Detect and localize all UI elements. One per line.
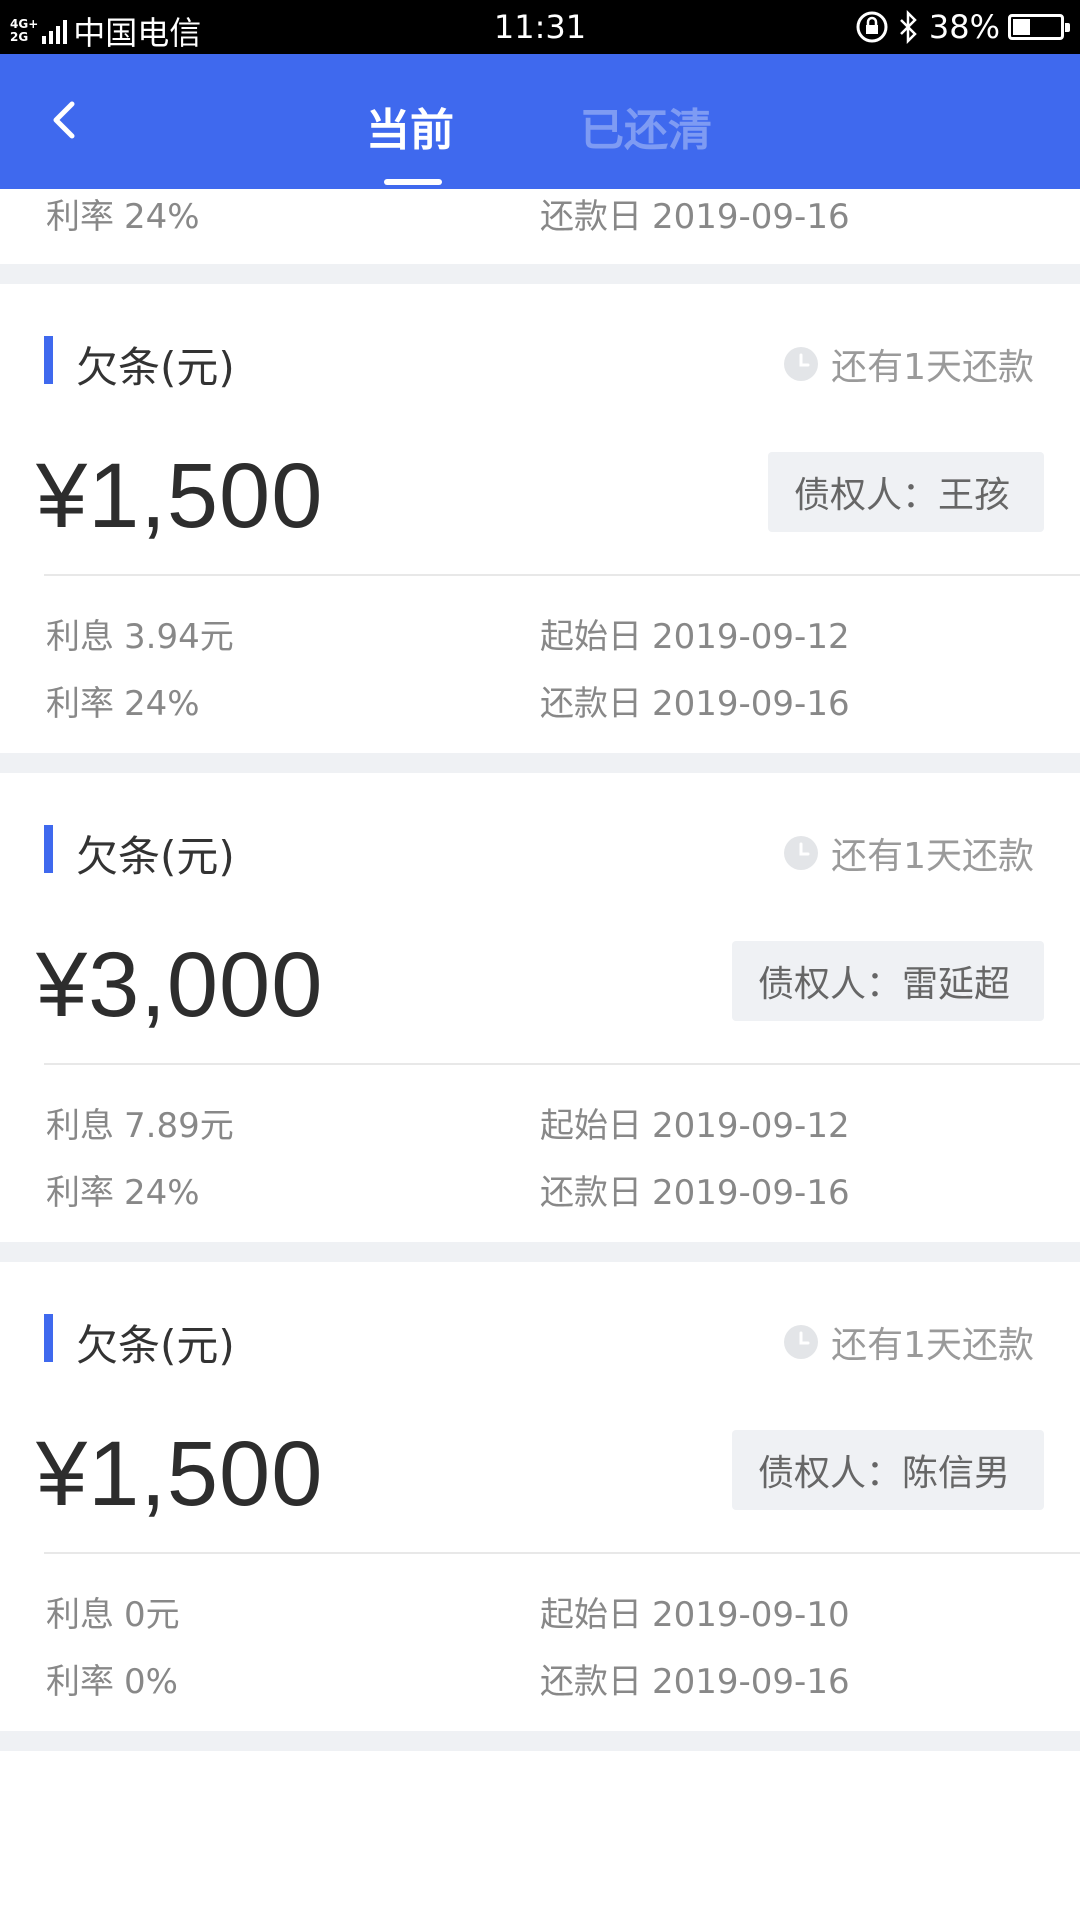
divider [44,1063,1080,1065]
due-date-label: 还款日 [540,684,642,724]
due-date-label: 还款日 [540,1662,642,1702]
due-date-value: 2019-09-16 [652,684,850,724]
interest-info: 利息 0元 [46,1587,180,1636]
start-date-label: 起始日 [540,617,642,657]
due-countdown-text: 还有1天还款 [831,836,1034,877]
due-countdown-text: 还有1天还款 [831,1325,1034,1366]
status-right: 38% [855,8,1070,46]
rate-label: 利率 [46,197,114,237]
start-date-value: 2019-09-12 [652,1106,850,1146]
debt-list: 利率 24% 还款日 2019-09-16 欠条(元) 还有1天还款 ¥1,500 … [0,189,1080,1751]
divider [44,574,1080,576]
bluetooth-icon [899,10,917,44]
separator [0,753,1080,773]
active-tab-indicator [384,179,442,185]
start-date-label: 起始日 [540,1595,642,1635]
rate-value: 0% [124,1662,178,1702]
debt-amount: ¥1,500 [36,445,324,547]
card-title: 欠条(元) [76,343,235,392]
debt-card[interactable]: 欠条(元) 还有1天还款 ¥1,500 债权人：王孩 利息 3.94元 起始日 20… [0,284,1080,753]
start-date-info: 起始日 2019-09-12 [540,609,850,658]
tab-current[interactable]: 当前 [366,94,454,158]
due-countdown: 还有1天还款 [783,338,1034,390]
interest-label: 利息 [46,1106,114,1146]
rate-value: 24% [124,684,200,724]
due-countdown: 还有1天还款 [783,827,1034,879]
battery-percent: 38% [928,8,1000,46]
due-countdown-text: 还有1天还款 [831,347,1034,388]
creditor-badge: 债权人：陈信男 [731,1430,1044,1510]
status-bar: 4G+ 2G 中国电信 11:31 38% [0,0,1080,54]
debt-card-partial[interactable]: 利率 24% 还款日 2019-09-16 [0,189,1080,264]
tab-cleared[interactable]: 已还清 [580,94,712,158]
creditor-badge: 债权人：雷延超 [731,941,1044,1021]
rate-info: 利率 24% [46,1165,200,1214]
debt-amount: ¥1,500 [36,1423,324,1525]
divider [44,1552,1080,1554]
title-accent-bar [44,336,53,384]
interest-label: 利息 [46,617,114,657]
card-title: 欠条(元) [76,1321,235,1370]
creditor-badge: 债权人：王孩 [767,452,1044,532]
start-date-label: 起始日 [540,1106,642,1146]
clock-icon [784,347,819,381]
due-countdown: 还有1天还款 [783,1316,1034,1368]
due-date-value: 2019-09-16 [652,1173,850,1213]
due-date-value: 2019-09-16 [652,1662,850,1702]
interest-label: 利息 [46,1595,114,1635]
rate-label: 利率 [46,1173,114,1213]
due-date-label: 还款日 [540,197,642,237]
back-arrow-icon[interactable] [38,90,98,150]
cards-container: 欠条(元) 还有1天还款 ¥1,500 债权人：王孩 利息 3.94元 起始日 20… [0,284,1080,1751]
rate-info: 利率 24% [46,189,200,238]
title-accent-bar [44,1314,53,1362]
interest-info: 利息 3.94元 [46,609,234,658]
interest-value: 7.89元 [124,1106,234,1146]
interest-value: 0元 [124,1595,180,1635]
nav-bar: 当前 已还清 [0,54,1080,189]
card-title: 欠条(元) [76,832,235,881]
clock-icon [784,1325,819,1359]
start-date-info: 起始日 2019-09-12 [540,1098,850,1147]
rate-label: 利率 [46,1662,114,1702]
due-date-value: 2019-09-16 [652,197,850,237]
rate-value: 24% [124,1173,200,1213]
due-date-info: 还款日 2019-09-16 [540,189,850,238]
debt-card[interactable]: 欠条(元) 还有1天还款 ¥3,000 债权人：雷延超 利息 7.89元 起始日 2… [0,773,1080,1242]
rotation-lock-icon [856,11,888,43]
rate-info: 利率 24% [46,676,200,725]
rate-info: 利率 0% [46,1654,178,1703]
start-date-value: 2019-09-12 [652,617,850,657]
separator [0,1242,1080,1262]
due-date-info: 还款日 2019-09-16 [540,1165,850,1214]
battery-icon [1008,14,1070,40]
due-date-info: 还款日 2019-09-16 [540,676,850,725]
due-date-label: 还款日 [540,1173,642,1213]
debt-card[interactable]: 欠条(元) 还有1天还款 ¥1,500 债权人：陈信男 利息 0元 起始日 2019… [0,1262,1080,1731]
clock-icon [784,836,819,870]
title-accent-bar [44,825,53,873]
rate-label: 利率 [46,684,114,724]
due-date-info: 还款日 2019-09-16 [540,1654,850,1703]
debt-amount: ¥3,000 [36,934,324,1036]
interest-value: 3.94元 [124,617,234,657]
interest-info: 利息 7.89元 [46,1098,234,1147]
start-date-value: 2019-09-10 [652,1595,850,1635]
rate-value: 24% [124,197,200,237]
separator [0,1731,1080,1751]
battery-fill [1013,19,1030,35]
start-date-info: 起始日 2019-09-10 [540,1587,850,1636]
separator [0,264,1080,284]
